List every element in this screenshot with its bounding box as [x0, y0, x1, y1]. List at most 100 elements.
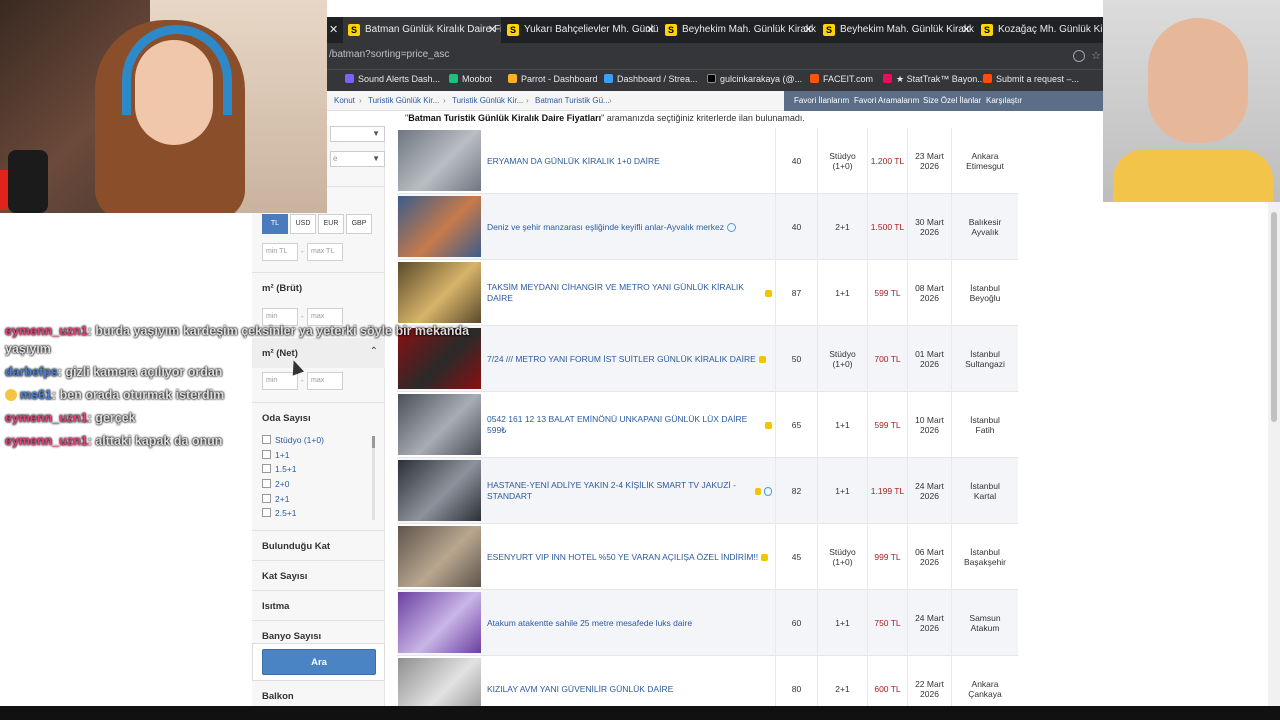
listing-row[interactable]: HASTANE-YENİ ADLİYE YAKIN 2-4 KİŞİLİK SM…	[397, 458, 1018, 524]
floor-count-filter[interactable]: Kat Sayısı	[262, 571, 307, 582]
listing-title-cell[interactable]: ESENYURT VIP INN HOTEL %50 YE VARAN AÇIL…	[487, 524, 772, 590]
search-button[interactable]: Ara	[262, 649, 376, 675]
bookmark-faceit[interactable]: FACEIT.com	[810, 74, 873, 84]
bookmark-star-icon[interactable]: ☆	[1091, 49, 1101, 62]
listing-thumbnail[interactable]	[398, 526, 481, 587]
listing-price: 1.200 TL	[867, 128, 907, 194]
close-icon[interactable]: ✕	[962, 17, 971, 43]
favorite-searches-link[interactable]: Favori Aramalarım	[854, 96, 919, 105]
listing-row[interactable]: ERYAMAN DA GÜNLÜK KİRALIK 1+0 DAİRE 40 Stü…	[397, 128, 1018, 194]
room-option-2-5-1[interactable]: 2.5+1	[262, 508, 297, 520]
sahibinden-favicon: S	[665, 24, 677, 36]
scrollbar-thumb[interactable]	[1271, 212, 1277, 422]
listing-location: İstanbul Sultangazi	[951, 326, 1018, 392]
room-option-2-0[interactable]: 2+0	[262, 479, 289, 491]
listing-thumbnail[interactable]	[398, 130, 481, 191]
chat-username: eymenn_uzn1	[5, 434, 88, 448]
tab-batman[interactable]: S Batman Günlük Kiralık Daire Fiyatla ✕	[343, 17, 501, 43]
listing-thumbnail[interactable]	[398, 262, 481, 323]
close-icon[interactable]: ✕	[804, 17, 813, 43]
search-query: Batman Turistik Günlük Kiralık Daire Fiy…	[408, 113, 602, 123]
listing-row[interactable]: Deniz ve şehir manzarası eşliğinde keyif…	[397, 194, 1018, 260]
url-text[interactable]: /batman?sorting=price_asc	[329, 49, 449, 60]
bookmark-dashboard-stream[interactable]: Dashboard / Strea...	[604, 74, 698, 84]
listing-title-cell[interactable]: ERYAMAN DA GÜNLÜK KİRALIK 1+0 DAİRE	[487, 128, 772, 194]
bookmark-parrot[interactable]: Parrot - Dashboard	[508, 74, 598, 84]
bookmark-sound-alerts[interactable]: Sound Alerts Dash...	[345, 74, 440, 84]
bookmark-tiktok[interactable]: gulcinkarakaya (@...	[707, 74, 802, 84]
filter-select-top[interactable]: ▼	[330, 126, 385, 142]
listing-title-cell[interactable]: Deniz ve şehir manzarası eşliğinde keyif…	[487, 194, 772, 260]
currency-usd[interactable]: USD	[290, 214, 316, 234]
currency-eur[interactable]: EUR	[318, 214, 344, 234]
listing-title-cell[interactable]: Atakum atakentte sahile 25 metre mesafed…	[487, 590, 772, 656]
chat-message: eymenn_uzn1: alttaki kapak da onun	[0, 432, 470, 450]
tab-yukari-bahcelievler[interactable]: S Yukarı Bahçelievler Mh. Günlük Kir ✕	[502, 17, 659, 43]
bathroom-filter[interactable]: Banyo Sayısı	[262, 631, 321, 642]
tab-beyhekim-studyo[interactable]: S Beyhekim Mah. Günlük Kiralık Stü ✕	[660, 17, 817, 43]
filter-select[interactable]: e ▼	[330, 151, 385, 167]
listing-title[interactable]: Atakum atakentte sahile 25 metre mesafed…	[487, 618, 692, 629]
balcony-filter[interactable]: Balkon	[262, 691, 294, 702]
heating-filter[interactable]: Isıtma	[262, 601, 289, 612]
listing-title[interactable]: HASTANE-YENİ ADLİYE YAKIN 2-4 KİŞİLİK SM…	[487, 480, 752, 502]
tab-close-icon[interactable]: ✕	[329, 17, 338, 43]
tab-kozagac[interactable]: S Kozağaç Mh. Günlük Kiralık St	[976, 17, 1103, 43]
special-listings-link[interactable]: Size Özel İlanlar	[923, 96, 981, 105]
listing-row[interactable]: 7/24 /// METRO YANI FORUM İST SUİTLER GÜ…	[397, 326, 1018, 392]
listing-title[interactable]: KIZILAY AVM YANI GÜVENİLİR GÜNLÜK DAİRE	[487, 684, 673, 695]
listing-title[interactable]: 7/24 /// METRO YANI FORUM İST SUİTLER GÜ…	[487, 354, 756, 365]
checkbox[interactable]	[262, 464, 271, 473]
compare-link[interactable]: Karşılaştır	[986, 96, 1022, 105]
listing-title[interactable]: 0542 161 12 13 BALAT EMİNÖNÜ UNKAPANI GÜ…	[487, 414, 762, 436]
breadcrumb-item[interactable]: Batman Turistik Gü...	[535, 96, 610, 105]
listing-title-cell[interactable]: 0542 161 12 13 BALAT EMİNÖNÜ UNKAPANI GÜ…	[487, 392, 772, 458]
favorite-listings-link[interactable]: Favori İlanlarım	[794, 96, 849, 105]
breadcrumb-item[interactable]: Turistik Günlük Kir...	[368, 96, 439, 105]
listing-thumbnail[interactable]	[398, 592, 481, 653]
listing-date: 30 Mart 2026	[907, 194, 951, 260]
bookmark-stattrak[interactable]: ★ StatTrak™ Bayon...	[883, 74, 985, 85]
featured-badge-icon	[765, 421, 772, 429]
listing-row[interactable]: 0542 161 12 13 BALAT EMİNÖNÜ UNKAPANI GÜ…	[397, 392, 1018, 458]
listing-title[interactable]: Deniz ve şehir manzarası eşliğinde keyif…	[487, 222, 724, 233]
listing-title[interactable]: TAKSİM MEYDANI CİHANGİR VE METRO YANI GÜ…	[487, 282, 762, 304]
listing-rooms: 2+1	[817, 194, 867, 260]
currency-tl[interactable]: TL	[262, 214, 288, 234]
breadcrumb-item[interactable]: Turistik Günlük Kir...	[452, 96, 523, 105]
listing-title[interactable]: ESENYURT VIP INN HOTEL %50 YE VARAN AÇIL…	[487, 552, 758, 563]
listing-thumbnail[interactable]	[398, 196, 481, 257]
listing-row[interactable]: TAKSİM MEYDANI CİHANGİR VE METRO YANI GÜ…	[397, 260, 1018, 326]
listing-row[interactable]: Atakum atakentte sahile 25 metre mesafed…	[397, 590, 1018, 656]
close-icon[interactable]: ✕	[488, 17, 497, 43]
page-scrollbar[interactable]	[1268, 202, 1280, 720]
listing-title[interactable]: ERYAMAN DA GÜNLÜK KİRALIK 1+0 DAİRE	[487, 156, 660, 167]
bookmark-moobot[interactable]: Moobot	[449, 74, 492, 84]
price-min-input[interactable]: min TL	[262, 243, 298, 261]
share-icon[interactable]	[1073, 50, 1085, 62]
room-option-2-1[interactable]: 2+1	[262, 494, 289, 506]
checkbox[interactable]	[262, 494, 271, 503]
checkbox[interactable]	[262, 479, 271, 488]
room-option-1-5-1[interactable]: 1.5+1	[262, 464, 297, 476]
price-max-input[interactable]: max TL	[307, 243, 343, 261]
address-bar[interactable]: /batman?sorting=price_asc ☆	[327, 43, 1103, 69]
listing-price: 700 TL	[867, 326, 907, 392]
bookmark-submit-request[interactable]: Submit a request –...	[983, 74, 1079, 84]
divider	[252, 530, 385, 531]
listing-thumbnail[interactable]	[398, 460, 481, 521]
listing-row[interactable]: ESENYURT VIP INN HOTEL %50 YE VARAN AÇIL…	[397, 524, 1018, 590]
currency-gbp[interactable]: GBP	[346, 214, 372, 234]
microphone	[8, 150, 48, 213]
tab-beyhekim-1-1[interactable]: S Beyhekim Mah. Günlük Kiralık 1+1 ✕	[818, 17, 975, 43]
listing-date: 24 Mart 2026	[907, 590, 951, 656]
close-icon[interactable]: ✕	[646, 17, 655, 43]
m2-brut-title[interactable]: m² (Brüt)	[262, 283, 302, 294]
listing-title-cell[interactable]: TAKSİM MEYDANI CİHANGİR VE METRO YANI GÜ…	[487, 260, 772, 326]
chat-message: eymenn_uzn1: burda yaşıyım kardeşim çeks…	[0, 322, 470, 358]
listing-title-cell[interactable]: 7/24 /// METRO YANI FORUM İST SUİTLER GÜ…	[487, 326, 772, 392]
checkbox[interactable]	[262, 508, 271, 517]
floor-filter[interactable]: Bulunduğu Kat	[262, 541, 330, 552]
listing-title-cell[interactable]: HASTANE-YENİ ADLİYE YAKIN 2-4 KİŞİLİK SM…	[487, 458, 772, 524]
breadcrumb-item[interactable]: Konut	[334, 96, 355, 105]
